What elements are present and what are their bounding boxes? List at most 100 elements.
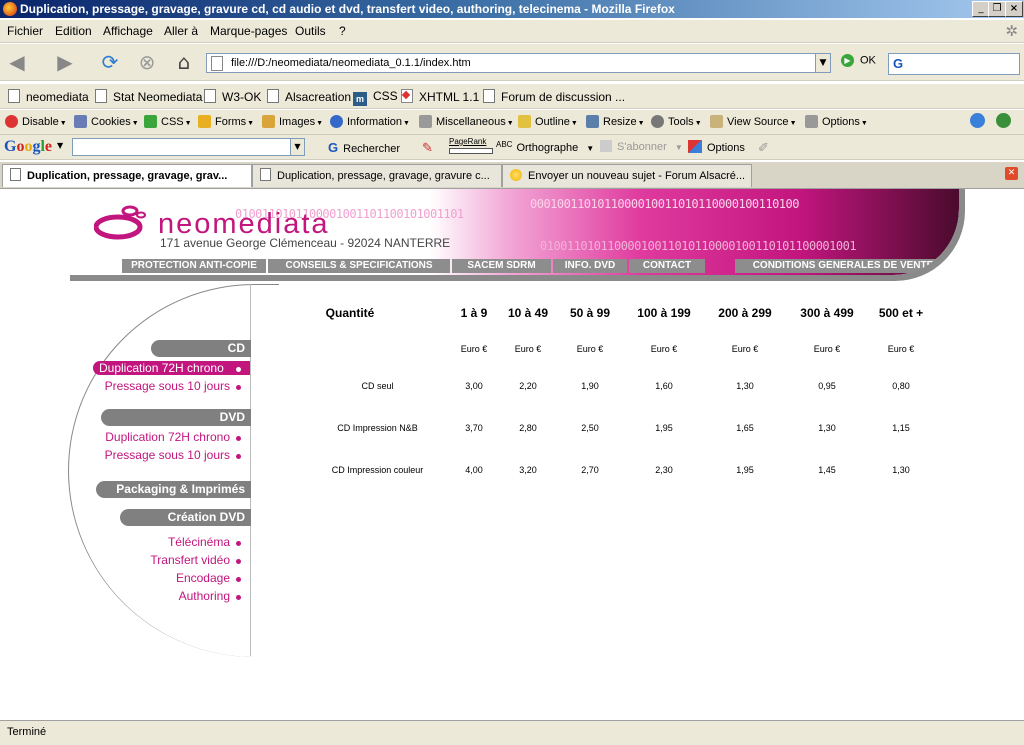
menu-edition[interactable]: Edition xyxy=(55,24,92,38)
bookmark-item[interactable]: m CSS xyxy=(353,89,398,106)
price-cell: 1,45 xyxy=(818,465,836,475)
google-search-button[interactable]: G Rechercher xyxy=(328,140,400,155)
bookmark-item[interactable]: W3-OK xyxy=(204,89,261,104)
pagerank-label: PageRank xyxy=(449,137,487,146)
stop-button[interactable]: ⊗ xyxy=(134,49,160,75)
google-search-input[interactable] xyxy=(72,138,292,156)
link-transfert-video[interactable]: Transfert vidéo xyxy=(130,553,230,567)
google-menu-arrow[interactable]: ▼ xyxy=(57,141,63,150)
menu-aller[interactable]: Aller à xyxy=(164,24,198,38)
menu-outils[interactable]: Outils xyxy=(295,24,326,38)
subscribe-button[interactable]: S'abonner ▼ xyxy=(600,140,683,153)
dev-forms[interactable]: Forms▼ xyxy=(198,115,254,128)
dev-css[interactable]: CSS▼ xyxy=(144,115,192,128)
spellcheck-button[interactable]: ABC Orthographe ▼ xyxy=(496,140,594,154)
maximize-button[interactable]: ❐ xyxy=(988,1,1006,17)
header-col: 10 à 49 xyxy=(507,306,549,320)
price-cell: 1,30 xyxy=(818,423,836,433)
link-dvd-pressage[interactable]: Pressage sous 10 jours xyxy=(100,448,230,462)
back-button[interactable]: ◀ xyxy=(4,49,30,75)
news-icon[interactable]: ✎ xyxy=(422,140,433,156)
search-bar[interactable]: G xyxy=(888,53,1020,75)
dev-options[interactable]: Options▼ xyxy=(805,115,868,128)
dev-disable[interactable]: Disable▼ xyxy=(5,115,67,128)
highlight-icon[interactable]: ✐ xyxy=(758,140,769,156)
home-button[interactable]: ⌂ xyxy=(171,49,197,75)
dev-resize[interactable]: Resize▼ xyxy=(586,115,645,128)
dev-tools[interactable]: Tools▼ xyxy=(651,115,702,128)
google-options-button[interactable]: Options xyxy=(688,140,745,154)
bookmark-icon xyxy=(267,89,279,103)
link-dvd-duplication[interactable]: Duplication 72H chrono xyxy=(92,430,230,444)
tab-forum[interactable]: Envoyer un nouveau sujet - Forum Alsacré… xyxy=(502,164,752,187)
nav-conditions[interactable]: CONDITIONS GENERALES DE VENTE xyxy=(735,259,951,273)
close-tab-button[interactable]: ✕ xyxy=(1005,167,1018,180)
bullet-icon xyxy=(236,559,241,564)
price-cell: 1,95 xyxy=(655,423,673,433)
navigation-toolbar: ◀ ▶ ⟳ ⊗ ⌂ ▼ ▶OK G xyxy=(0,44,1024,81)
tools-icon xyxy=(651,115,664,128)
outline-icon xyxy=(518,115,531,128)
link-telecinema[interactable]: Télécinéma xyxy=(130,535,230,549)
google-toolbar: Google ▼ ▼ G Rechercher ✎ PageRank ABC Ort… xyxy=(0,135,1024,160)
currency-cell: Euro € xyxy=(460,344,488,354)
header-col: 1 à 9 xyxy=(460,306,488,320)
bookmark-item[interactable]: neomediata xyxy=(8,89,89,104)
link-cd-pressage[interactable]: Pressage sous 10 jours xyxy=(100,379,230,393)
info-button[interactable] xyxy=(996,113,1015,128)
window-titlebar: Duplication, pressage, gravage, gravure … xyxy=(0,0,1024,18)
bullet-icon xyxy=(236,595,241,600)
dev-information[interactable]: Information▼ xyxy=(330,115,410,128)
dev-images[interactable]: Images▼ xyxy=(262,115,323,128)
miscellaneous-icon xyxy=(419,115,432,128)
close-button[interactable]: × xyxy=(1005,1,1023,17)
dev-view-source[interactable]: View Source▼ xyxy=(710,115,797,128)
go-button[interactable]: ▶ OK xyxy=(841,54,876,67)
nav-sacem[interactable]: SACEM SDRM xyxy=(452,259,551,273)
menu-fichier[interactable]: Fichier xyxy=(7,24,43,38)
validate-button[interactable] xyxy=(970,113,989,128)
currency-cell: Euro € xyxy=(887,344,915,354)
menu-help[interactable]: ? xyxy=(339,24,346,38)
url-input[interactable] xyxy=(229,55,813,71)
reload-button[interactable]: ⟳ xyxy=(97,49,123,75)
nav-conseils[interactable]: CONSEILS & SPECIFICATIONS xyxy=(268,259,450,273)
row-label: CD seul xyxy=(361,381,394,391)
tab-duplication-active[interactable]: Duplication, pressage, gravage, grav... xyxy=(2,164,252,187)
tab-duplication[interactable]: Duplication, pressage, gravage, gravure … xyxy=(252,164,502,187)
link-encodage[interactable]: Encodage xyxy=(130,571,230,585)
bookmarks-toolbar: neomediata Stat Neomediata W3-OK Alsacre… xyxy=(0,84,1024,109)
images-icon xyxy=(262,115,275,128)
bookmark-item[interactable]: Forum de discussion ... xyxy=(483,89,625,104)
forward-button[interactable]: ▶ xyxy=(52,49,78,75)
currency-cell: Euro € xyxy=(813,344,841,354)
menu-marque-pages[interactable]: Marque-pages xyxy=(210,24,287,38)
menu-affichage[interactable]: Affichage xyxy=(103,24,153,38)
currency-cell: Euro € xyxy=(731,344,759,354)
top-navigation: PROTECTION ANTI-COPIE CONSEILS & SPECIFI… xyxy=(122,259,953,273)
dev-miscellaneous[interactable]: Miscellaneous▼ xyxy=(419,115,514,128)
nav-protection[interactable]: PROTECTION ANTI-COPIE xyxy=(122,259,266,273)
section-creation-dvd: Création DVD xyxy=(120,509,251,526)
status-text: Terminé xyxy=(7,726,47,738)
link-cd-duplication[interactable]: Duplication 72H chrono xyxy=(93,361,250,375)
google-logo[interactable]: Google xyxy=(4,138,52,156)
section-packaging[interactable]: Packaging & Imprimés xyxy=(96,481,251,498)
dev-cookies[interactable]: Cookies▼ xyxy=(74,115,139,128)
nav-contact[interactable]: CONTACT xyxy=(629,259,705,273)
link-authoring[interactable]: Authoring xyxy=(130,589,230,603)
alsacreation-icon xyxy=(510,169,522,181)
google-search-dropdown[interactable]: ▼ xyxy=(290,138,305,156)
bookmark-item[interactable]: Stat Neomediata xyxy=(95,89,202,104)
web-developer-toolbar: Disable▼ Cookies▼ CSS▼ Forms▼ Images▼ In… xyxy=(0,110,1024,135)
price-cell: 1,30 xyxy=(892,465,910,475)
url-dropdown-button[interactable]: ▼ xyxy=(815,53,831,73)
nav-info-dvd[interactable]: INFO. DVD xyxy=(553,259,627,273)
page-icon xyxy=(10,168,21,181)
price-cell: 1,15 xyxy=(892,423,910,433)
dev-outline[interactable]: Outline▼ xyxy=(518,115,578,128)
url-bar[interactable] xyxy=(206,53,820,73)
bookmark-item[interactable]: XHTML 1.1 xyxy=(401,89,479,104)
check-icon xyxy=(970,113,985,128)
bookmark-item[interactable]: Alsacreation xyxy=(267,89,351,104)
